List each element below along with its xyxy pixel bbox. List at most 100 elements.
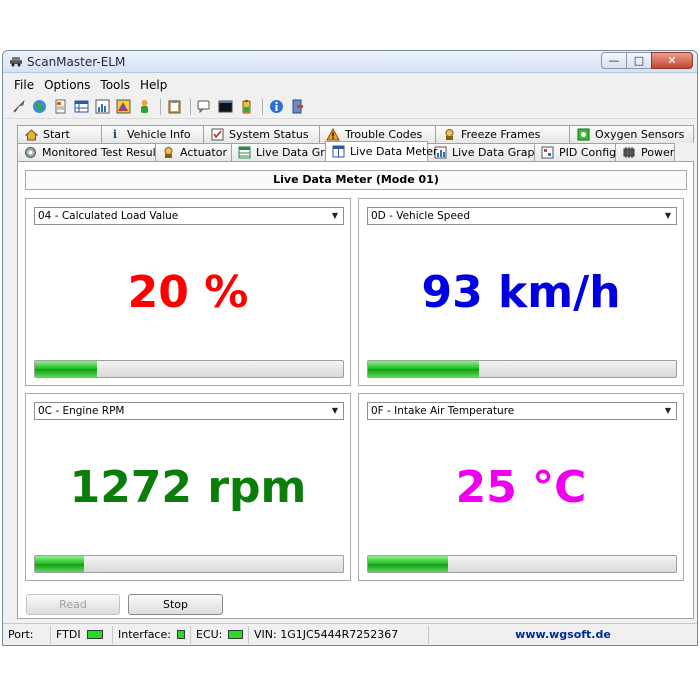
interface-status: Interface: (113, 625, 191, 644)
minimize-button[interactable]: — (601, 52, 627, 69)
pid-select-value: 0F - Intake Air Temperature (371, 405, 515, 417)
interface-led-icon (176, 630, 185, 639)
colorful-icon[interactable] (114, 97, 133, 116)
pid-select[interactable]: 04 - Calculated Load Value ▼ (34, 207, 344, 225)
close-button[interactable]: ✕ (651, 52, 693, 69)
meter-bar-fill (35, 361, 97, 377)
menu-tools[interactable]: Tools (95, 78, 135, 92)
menu-options[interactable]: Options (39, 78, 95, 92)
chevron-down-icon[interactable]: ▼ (660, 208, 676, 224)
meter-reading: 1272 rpm (69, 462, 307, 513)
meter-bar (367, 360, 677, 378)
info-icon[interactable] (267, 97, 286, 116)
port-led-icon (86, 630, 103, 639)
tab-pid-config[interactable]: PID Config (534, 143, 616, 161)
toolbar-separator (160, 98, 161, 115)
read-button[interactable]: Read (26, 594, 120, 615)
config-icon (541, 146, 554, 160)
maximize-icon: □ (633, 54, 645, 67)
gear-icon (24, 146, 37, 160)
battery-icon[interactable] (237, 97, 256, 116)
toolbar-separator (190, 98, 191, 115)
app-car-icon (10, 57, 22, 67)
tab-vehicle-info[interactable]: i Vehicle Info (101, 125, 204, 143)
tab-system-status[interactable]: System Status (203, 125, 320, 143)
meter-panel: 04 - Calculated Load Value ▼ 20 % (25, 198, 351, 386)
pid-select[interactable]: 0C - Engine RPM ▼ (34, 402, 344, 420)
chevron-down-icon[interactable]: ▼ (327, 403, 343, 419)
ecu-led-icon (228, 630, 243, 639)
tab-row-2: Monitored Test Results Actuator Live Dat… (17, 141, 675, 161)
freeze-icon (442, 128, 456, 142)
clipboard-icon[interactable] (165, 97, 184, 116)
menu-file[interactable]: File (9, 78, 39, 92)
meter-panel: 0D - Vehicle Speed ▼ 93 km/h (358, 198, 684, 386)
status-bar: Port: FTDI Interface: ECU: VIN: 1G1JC544… (3, 623, 697, 645)
pid-select-value: 04 - Calculated Load Value (38, 210, 179, 222)
actuator-icon (162, 146, 175, 160)
chip-icon (622, 146, 636, 160)
tab-oxygen-sensors[interactable]: Oxygen Sensors (569, 125, 694, 143)
tab-live-data-grid[interactable]: Live Data Grid (231, 143, 335, 161)
ecu-label: ECU: (196, 628, 223, 641)
tab-live-data-graph[interactable]: Live Data Graph (427, 143, 541, 161)
tab-live-data-meter[interactable]: Live Data Meter (325, 141, 438, 161)
meter-bar (34, 555, 344, 573)
chevron-down-icon[interactable]: ▼ (327, 208, 343, 224)
exit-icon[interactable] (288, 97, 307, 116)
meter-panel: 0C - Engine RPM ▼ 1272 rpm (25, 393, 351, 581)
close-icon: ✕ (667, 54, 677, 67)
tab-monitored-test-results[interactable]: Monitored Test Results (17, 143, 166, 161)
document-icon[interactable] (51, 97, 70, 116)
meter-bar-fill (35, 556, 85, 572)
interface-label: Interface: (118, 628, 171, 641)
globe-icon[interactable] (30, 97, 49, 116)
meter-bar-fill (368, 556, 449, 572)
chart-icon[interactable] (93, 97, 112, 116)
window-title: ScanMaster-ELM (27, 55, 126, 69)
section-title: Live Data Meter (Mode 01) (25, 170, 687, 190)
toolbar-separator (262, 98, 263, 115)
port-value: FTDI (56, 628, 81, 641)
meter-panel: 0F - Intake Air Temperature ▼ 25 °C (358, 393, 684, 581)
vin-display: VIN: 1G1JC5444R7252367 (249, 625, 429, 644)
app-window: ScanMaster-ELM — □ ✕ File Options Tools … (2, 50, 698, 646)
meter-reading: 93 km/h (421, 267, 621, 318)
port-status: FTDI (51, 625, 113, 644)
ecu-status: ECU: (191, 625, 249, 644)
tab-freeze-frames[interactable]: Freeze Frames (435, 125, 570, 143)
meter-reading: 25 °C (455, 462, 587, 513)
checklist-icon (210, 128, 224, 142)
info-icon: i (112, 128, 118, 141)
stop-button[interactable]: Stop (128, 594, 223, 615)
pid-select[interactable]: 0F - Intake Air Temperature ▼ (367, 402, 677, 420)
meter-icon (332, 145, 345, 159)
person-icon[interactable] (135, 97, 154, 116)
terminal-icon[interactable] (216, 97, 235, 116)
wrench-icon[interactable] (9, 97, 28, 116)
menu-help[interactable]: Help (135, 78, 172, 92)
meter-reading: 20 % (127, 267, 249, 318)
grid-icon (238, 146, 251, 160)
website-link[interactable]: www.wgsoft.de (429, 626, 697, 644)
warning-icon (326, 128, 340, 142)
pid-select[interactable]: 0D - Vehicle Speed ▼ (367, 207, 677, 225)
title-bar: ScanMaster-ELM — □ ✕ (3, 51, 697, 73)
meter-bar (367, 555, 677, 573)
chevron-down-icon[interactable]: ▼ (660, 403, 676, 419)
minimize-icon: — (608, 54, 620, 67)
live-data-meter-panel: Live Data Meter (Mode 01) 04 - Calculate… (17, 161, 694, 619)
tab-actuator[interactable]: Actuator (155, 143, 232, 161)
house-icon (24, 128, 38, 142)
menu-bar: File Options Tools Help (3, 75, 697, 95)
maximize-button[interactable]: □ (626, 52, 652, 69)
tab-power[interactable]: Power (615, 143, 675, 161)
tab-start[interactable]: Start (17, 125, 102, 143)
pid-select-value: 0C - Engine RPM (38, 405, 125, 417)
sensor-icon (576, 128, 590, 142)
table-icon[interactable] (72, 97, 91, 116)
chat-icon[interactable] (195, 97, 214, 116)
meter-bar-fill (368, 361, 479, 377)
meter-bar (34, 360, 344, 378)
pid-select-value: 0D - Vehicle Speed (371, 210, 471, 222)
